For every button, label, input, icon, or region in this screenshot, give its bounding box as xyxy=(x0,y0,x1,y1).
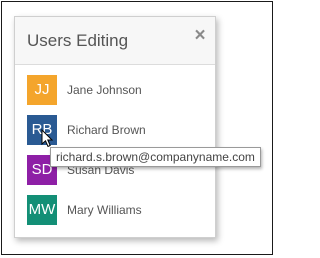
users-editing-panel: Users Editing × JJ Jane Johnson RB Richa… xyxy=(14,16,216,238)
email-tooltip: richard.s.brown@companyname.com xyxy=(50,147,261,167)
user-name: Richard Brown xyxy=(67,123,146,137)
avatar: MW xyxy=(27,195,57,225)
user-name: Mary Williams xyxy=(67,203,142,217)
mouse-pointer-icon xyxy=(41,129,53,148)
panel-header: Users Editing × xyxy=(15,17,215,65)
avatar: JJ xyxy=(27,75,57,105)
user-row-richard-brown[interactable]: RB Richard Brown xyxy=(27,115,213,145)
panel-title: Users Editing xyxy=(27,31,129,50)
close-icon[interactable]: × xyxy=(191,26,209,45)
user-row-jane-johnson[interactable]: JJ Jane Johnson xyxy=(27,75,213,105)
user-name: Jane Johnson xyxy=(67,83,142,97)
user-row-mary-williams[interactable]: MW Mary Williams xyxy=(27,195,213,225)
screenshot-frame: Users Editing × JJ Jane Johnson RB Richa… xyxy=(1,1,273,255)
